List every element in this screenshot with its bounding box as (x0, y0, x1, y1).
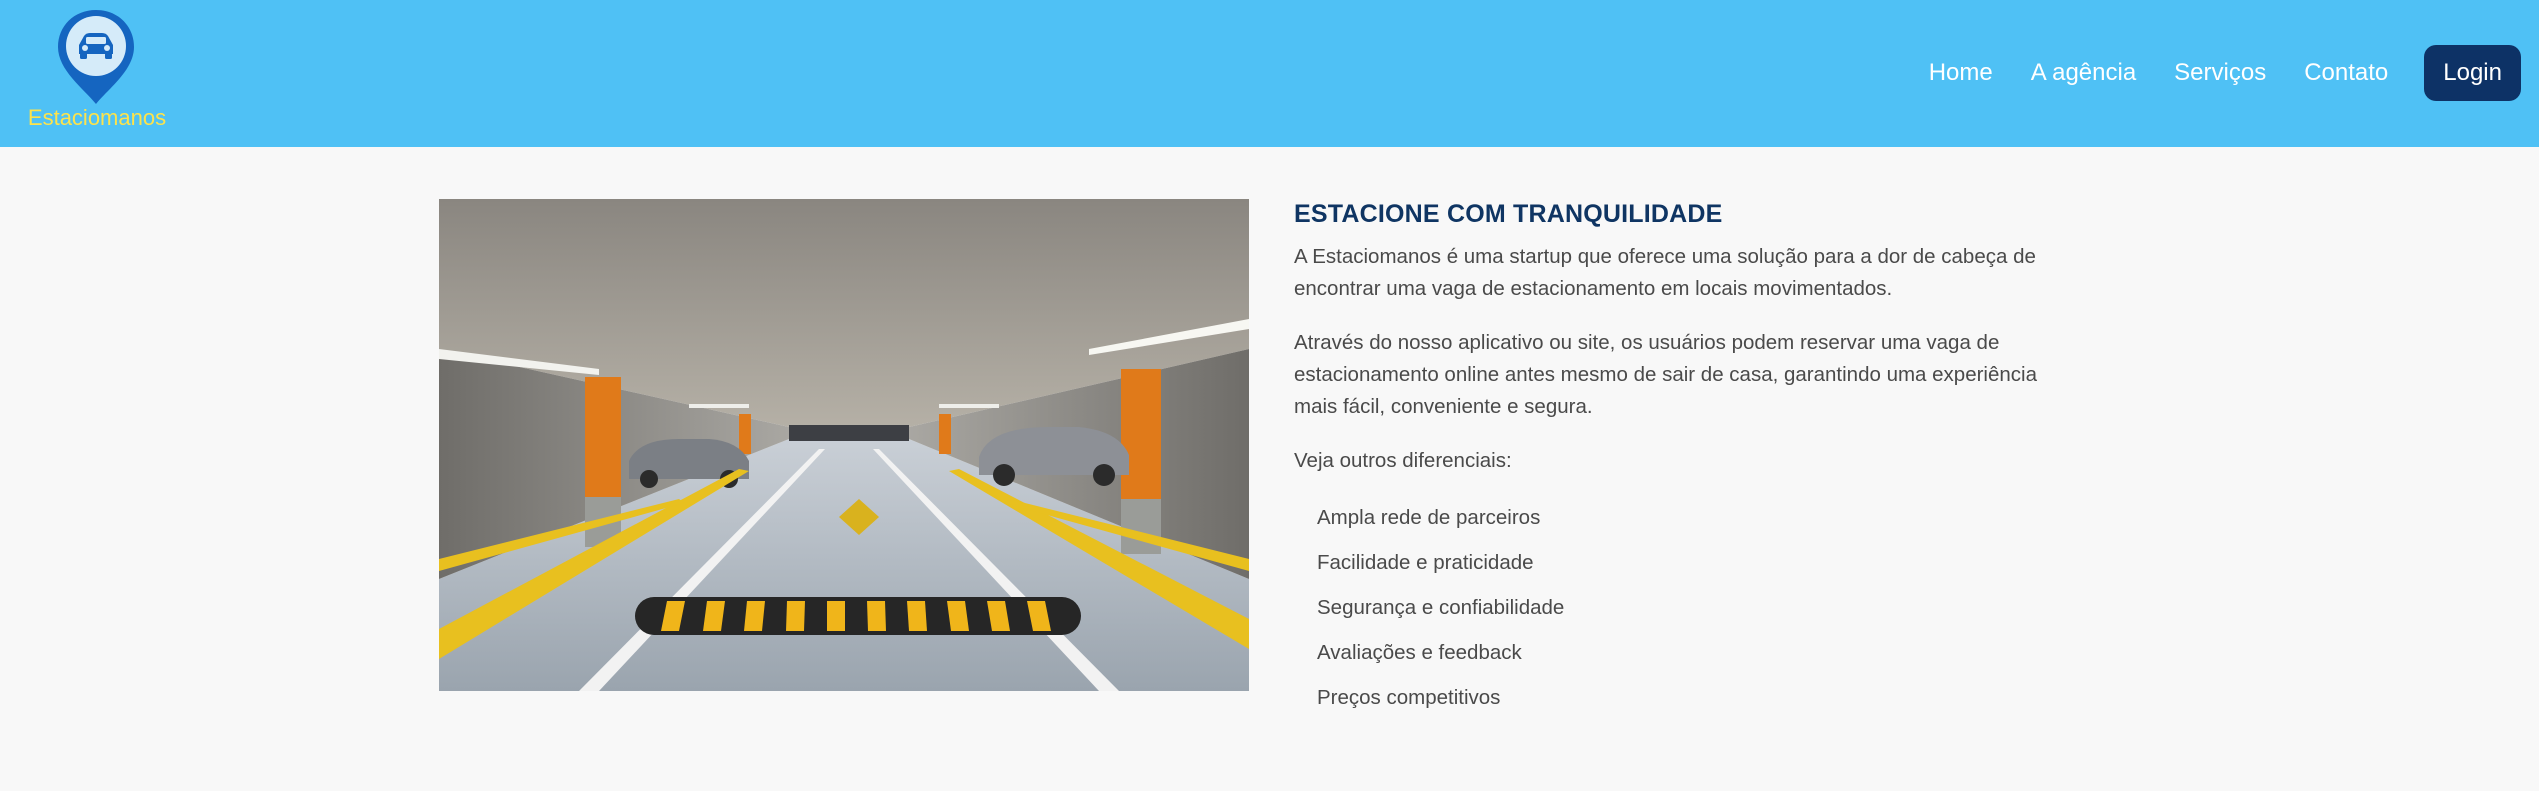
intro-paragraph: A Estaciomanos é uma startup que oferece… (1294, 245, 2036, 300)
nav-item-home[interactable]: Home (1929, 45, 1993, 101)
list-item: Segurança e confiabilidade (1317, 596, 1565, 619)
list-item: Ampla rede de parceiros (1317, 506, 1541, 529)
parking-garage-photo (439, 199, 1249, 691)
brand-logo-link[interactable]: Estaciomanos (22, 8, 172, 138)
site-header: Estaciomanos Home A agência Serviços Con… (0, 0, 2539, 147)
about-section: ESTACIONE COM TRANQUILIDADE A Estacioman… (1294, 199, 2084, 727)
nav-item-contato[interactable]: Contato (2304, 45, 2388, 101)
list-item: Facilidade e praticidade (1317, 551, 1534, 574)
features-list: Ampla rede de parceiros Facilidade e pra… (1294, 502, 2084, 714)
car-location-pin-icon (58, 10, 134, 104)
nav-item-servicos[interactable]: Serviços (2174, 45, 2266, 101)
list-item: Preços competitivos (1317, 686, 1501, 709)
features-intro: Veja outros diferenciais: (1294, 449, 1512, 472)
section-title: ESTACIONE COM TRANQUILIDADE (1294, 200, 1723, 228)
list-item: Avaliações e feedback (1317, 641, 1522, 664)
login-button[interactable]: Login (2424, 45, 2521, 101)
brand-name: Estaciomanos (27, 105, 167, 130)
description-paragraph: Através do nosso aplicativo ou site, os … (1294, 331, 2037, 418)
nav-item-agencia[interactable]: A agência (2031, 45, 2136, 101)
main-nav: Home A agência Serviços Contato Login (1891, 45, 2521, 101)
